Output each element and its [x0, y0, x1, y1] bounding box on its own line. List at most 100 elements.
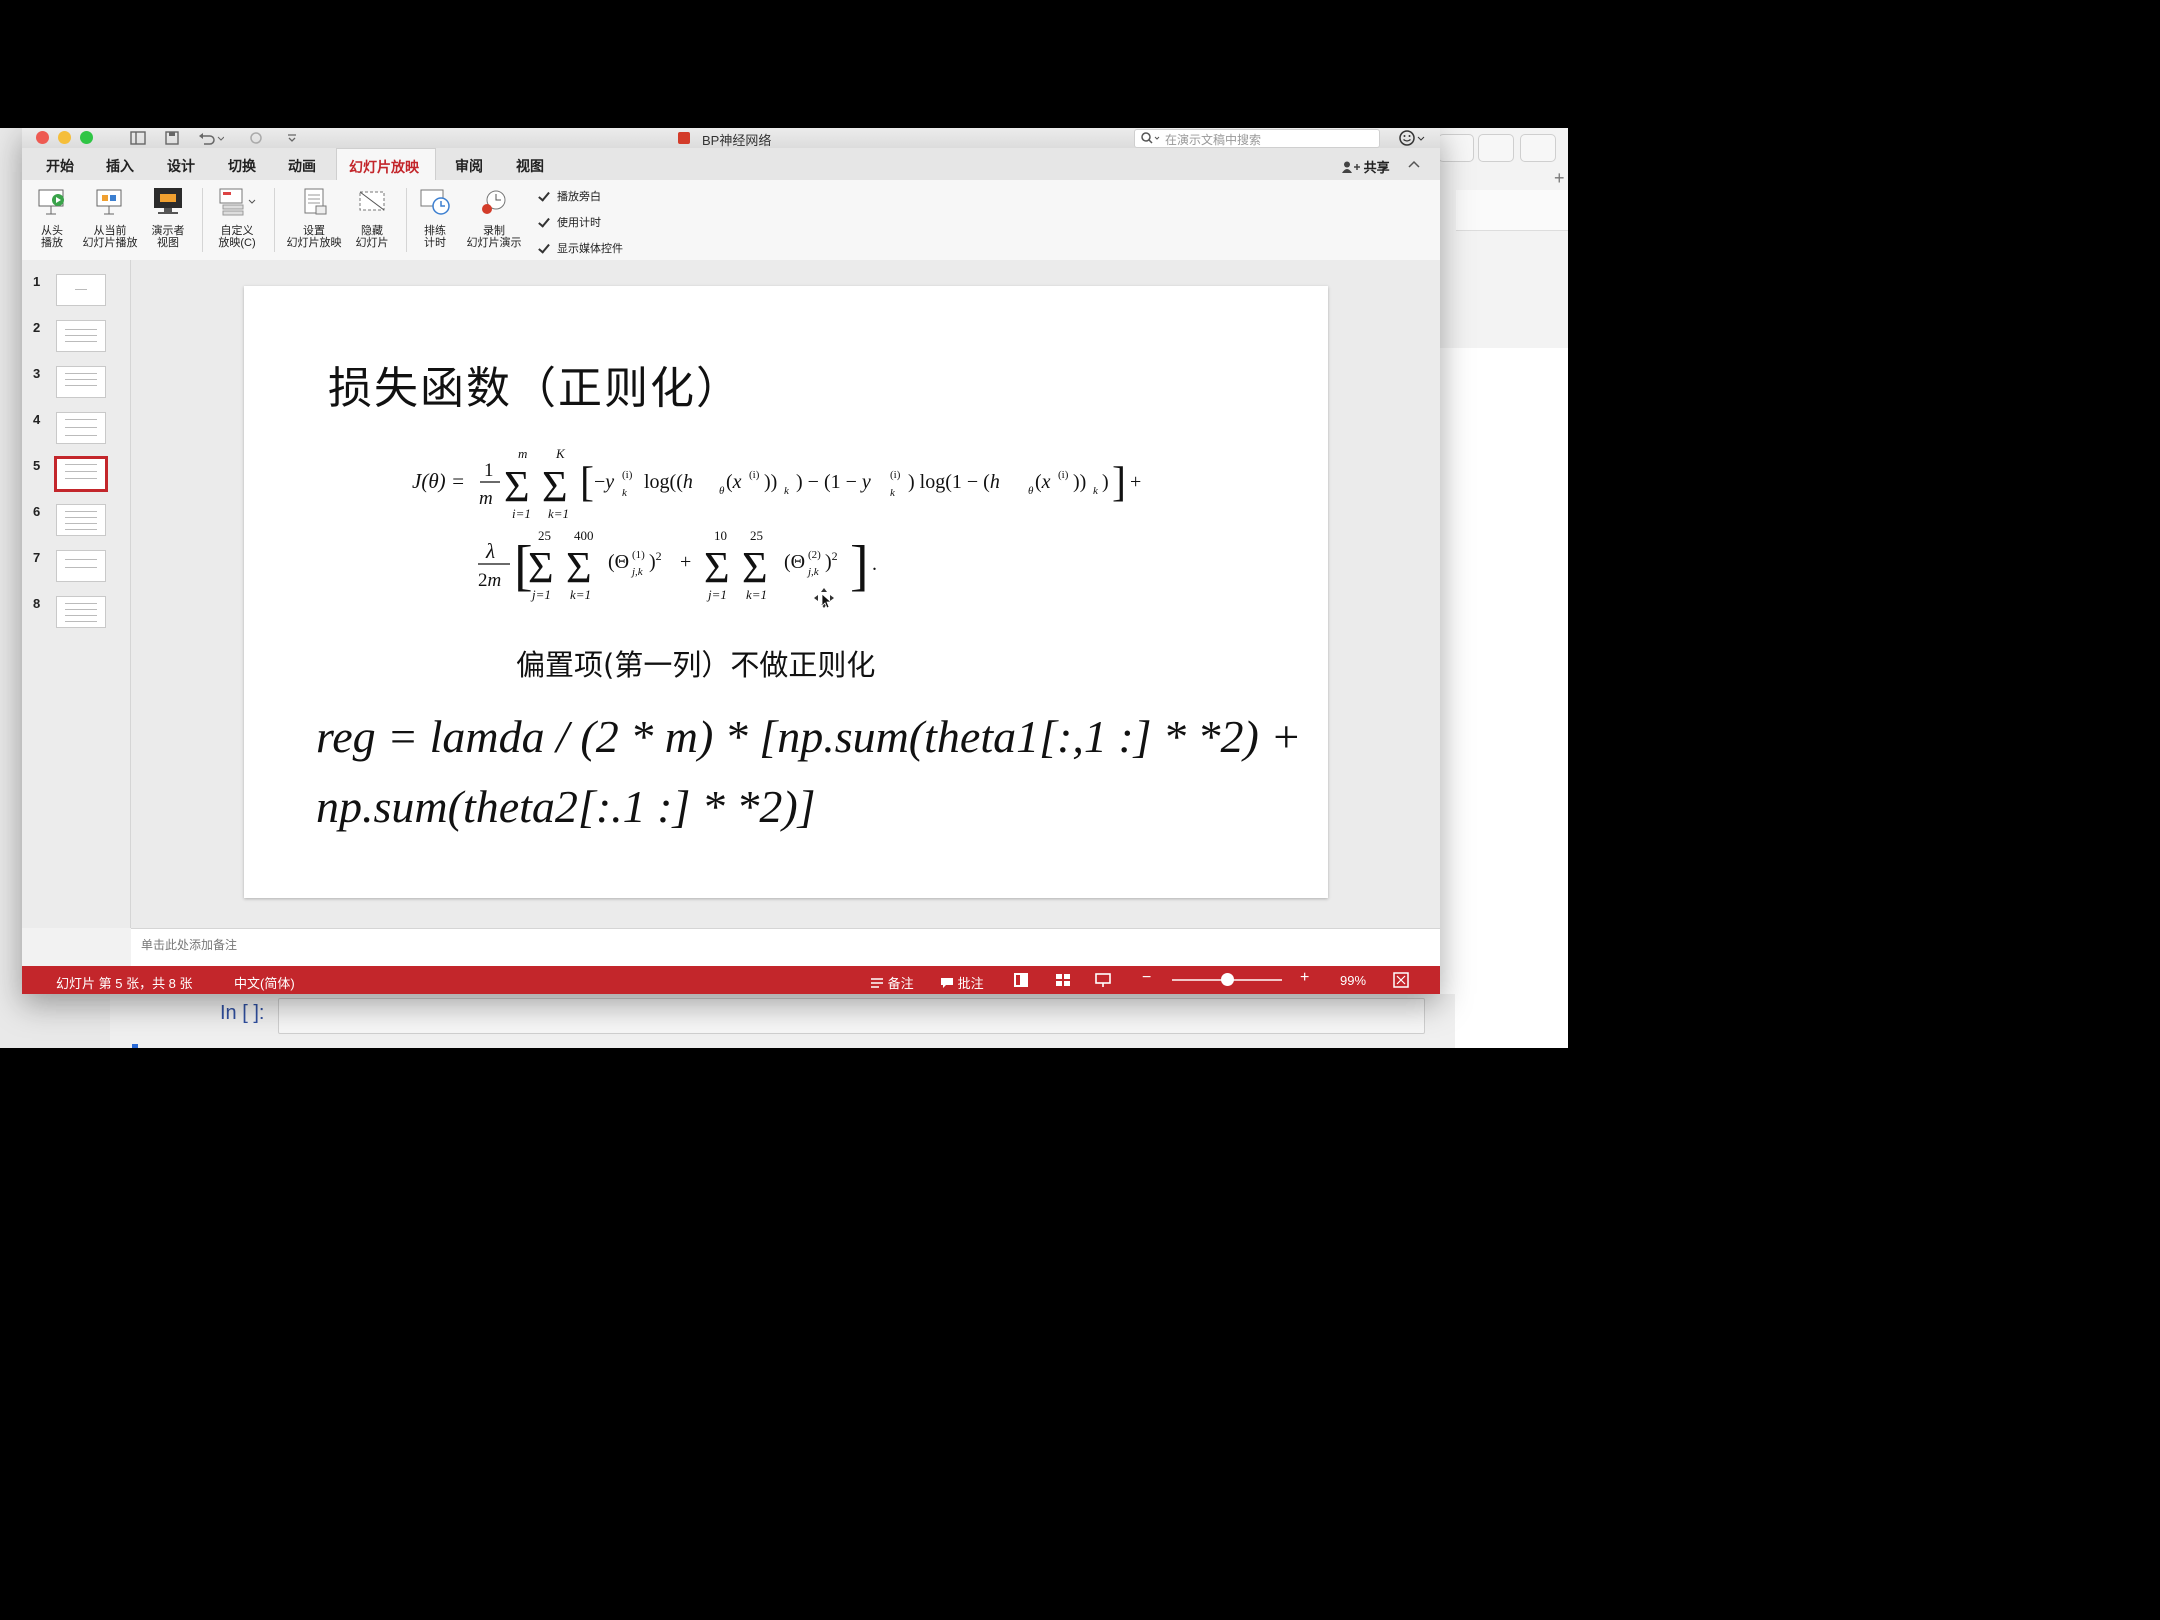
tab-view[interactable]: 视图: [516, 156, 544, 176]
zoom-button[interactable]: [80, 131, 93, 144]
current-slide[interactable]: 损失函数（正则化） J(θ) = 1 m m Σ i=1 K Σ k=1 [ −…: [244, 286, 1328, 898]
svg-text:): ): [1102, 471, 1109, 493]
tab-animations[interactable]: 动画: [288, 156, 316, 176]
svg-text:25: 25: [538, 528, 551, 543]
tab-design[interactable]: 设计: [167, 156, 195, 176]
fit-to-window-icon[interactable]: [1392, 971, 1410, 989]
svg-text:)2: )2: [649, 549, 662, 573]
language-indicator[interactable]: 中文(简体): [234, 973, 295, 992]
svg-text:(i): (i): [1058, 469, 1069, 481]
play-from-current-button[interactable]: 从当前 幻灯片播放: [78, 186, 142, 249]
svg-text:) log(1 − (h: ) log(1 − (h: [908, 471, 1000, 493]
svg-text:25: 25: [750, 528, 763, 543]
slide-thumbnail-1[interactable]: [56, 274, 106, 306]
reg-code-line-2[interactable]: np.sum(theta2[:.1 :] * *2)]: [316, 780, 816, 833]
tab-insert[interactable]: 插入: [106, 156, 134, 176]
sidebar-icon[interactable]: [130, 131, 146, 145]
presenter-view-button[interactable]: 演示者 视图: [146, 186, 190, 249]
share-button[interactable]: 共享: [1342, 157, 1390, 176]
powerpoint-window: BP神经网络 在演示文稿中搜索 开始 插入 设计 切换 动画 幻灯片放映 审阅 …: [22, 128, 1440, 994]
regularized-cost-formula[interactable]: J(θ) = 1 m m Σ i=1 K Σ k=1 [ −y (i) k lo…: [404, 436, 1204, 616]
svg-text:log((h: log((h: [644, 471, 693, 493]
background-app-right-pane: +: [1438, 128, 1568, 1048]
ribbon-tabs: 开始 插入 设计 切换 动画 幻灯片放映 审阅 视图 共享: [22, 148, 1440, 180]
collapse-ribbon-icon[interactable]: [1408, 159, 1420, 169]
comments-button[interactable]: 批注: [940, 973, 984, 992]
slide-thumbnail-5[interactable]: [54, 456, 108, 492]
slide-thumbnail-6[interactable]: [56, 504, 106, 536]
svg-text:)): )): [764, 471, 777, 493]
pptx-file-icon: [678, 132, 690, 144]
bg-toolbar-button[interactable]: [1438, 134, 1474, 162]
svg-text:k=1: k=1: [746, 587, 767, 602]
svg-text:+: +: [680, 551, 691, 573]
rehearse-timings-button[interactable]: 排练 计时: [414, 186, 456, 249]
tab-slide-show[interactable]: 幻灯片放映: [336, 148, 436, 180]
svg-text:(x: (x: [1035, 471, 1051, 493]
close-button[interactable]: [36, 131, 49, 144]
zoom-out-button[interactable]: −: [1142, 969, 1151, 987]
status-bar: 幻灯片 第 5 张，共 8 张 中文(简体) 备注 批注 − + 99%: [22, 966, 1440, 994]
svg-text:Σ: Σ: [504, 462, 530, 511]
customize-toolbar-icon[interactable]: [286, 132, 298, 144]
use-timings-checkbox[interactable]: 使用计时: [538, 214, 601, 230]
slide-title[interactable]: 损失函数（正则化）: [328, 352, 742, 416]
notes-button[interactable]: 备注: [870, 973, 914, 992]
hide-slide-button[interactable]: 隐藏 幻灯片: [350, 186, 394, 249]
play-from-current-icon: [96, 189, 122, 215]
show-media-controls-checkbox[interactable]: 显示媒体控件: [538, 240, 623, 256]
slide-thumbnail-3[interactable]: [56, 366, 106, 398]
setup-slide-show-button[interactable]: 设置 幻灯片放映: [282, 186, 346, 249]
tab-review[interactable]: 审阅: [455, 156, 483, 176]
save-icon[interactable]: [164, 130, 180, 146]
svg-text:(2): (2): [808, 549, 821, 561]
record-slide-show-icon: [482, 190, 506, 214]
smiley-feedback-icon[interactable]: [1398, 129, 1428, 147]
reg-code-line-1[interactable]: reg = lamda / (2 * m) * [np.sum(theta1[:…: [316, 710, 1301, 763]
svg-text:.: .: [872, 553, 877, 575]
svg-text:+: +: [1130, 471, 1141, 493]
custom-show-icon: [219, 188, 256, 216]
slide-thumbnail-2[interactable]: [56, 320, 106, 352]
svg-text:(x: (x: [726, 471, 742, 493]
bg-window-icon[interactable]: [1520, 134, 1556, 162]
tab-transitions[interactable]: 切换: [228, 156, 256, 176]
svg-text:(i): (i): [622, 469, 633, 481]
play-from-start-button[interactable]: 从头 播放: [32, 186, 72, 249]
svg-text:k=1: k=1: [570, 587, 591, 602]
bias-note-text[interactable]: 偏置项(第一列）不做正则化: [516, 642, 875, 684]
bg-add-tab-icon[interactable]: +: [1554, 168, 1565, 189]
custom-show-button[interactable]: 自定义 放映(C): [212, 186, 262, 249]
svg-text:(1): (1): [632, 549, 645, 561]
zoom-slider-knob[interactable]: [1221, 973, 1234, 986]
minimize-button[interactable]: [58, 131, 71, 144]
svg-text:]: ]: [850, 535, 869, 597]
svg-text:10: 10: [714, 528, 727, 543]
bg-share-icon[interactable]: [1478, 134, 1514, 162]
svg-text:]: ]: [1112, 460, 1126, 506]
normal-view-icon[interactable]: [1012, 971, 1030, 989]
tab-home[interactable]: 开始: [46, 156, 74, 176]
speaker-notes-area[interactable]: 单击此处添加备注: [131, 928, 1440, 969]
svg-text:)2: )2: [825, 549, 838, 573]
reading-view-icon[interactable]: [1094, 971, 1112, 989]
search-input[interactable]: 在演示文稿中搜索: [1134, 129, 1380, 148]
svg-text:j=1: j=1: [530, 587, 551, 602]
undo-icon[interactable]: [198, 130, 224, 146]
zoom-level[interactable]: 99%: [1340, 973, 1366, 988]
window-title: BP神经网络: [702, 133, 772, 148]
svg-text:λ: λ: [485, 539, 495, 563]
svg-text:Σ: Σ: [704, 543, 730, 592]
redo-icon[interactable]: [248, 130, 264, 146]
code-cell-input[interactable]: [278, 998, 1425, 1034]
ribbon: 从头 播放 从当前 幻灯片播放 演示者 视图 自定义 放映(C) 设置 幻灯片放映 隐藏幻…: [22, 180, 1440, 261]
slide-thumbnail-7[interactable]: [56, 550, 106, 582]
slide-thumbnail-4[interactable]: [56, 412, 106, 444]
record-slide-show-button[interactable]: 录制 幻灯片演示: [462, 186, 526, 249]
slide-thumbnail-8[interactable]: [56, 596, 106, 628]
play-narrations-checkbox[interactable]: 播放旁白: [538, 188, 601, 204]
slide-sorter-icon[interactable]: [1054, 971, 1072, 989]
share-label: 共享: [1363, 160, 1390, 175]
search-placeholder: 在演示文稿中搜索: [1165, 133, 1262, 147]
zoom-in-button[interactable]: +: [1300, 969, 1309, 987]
